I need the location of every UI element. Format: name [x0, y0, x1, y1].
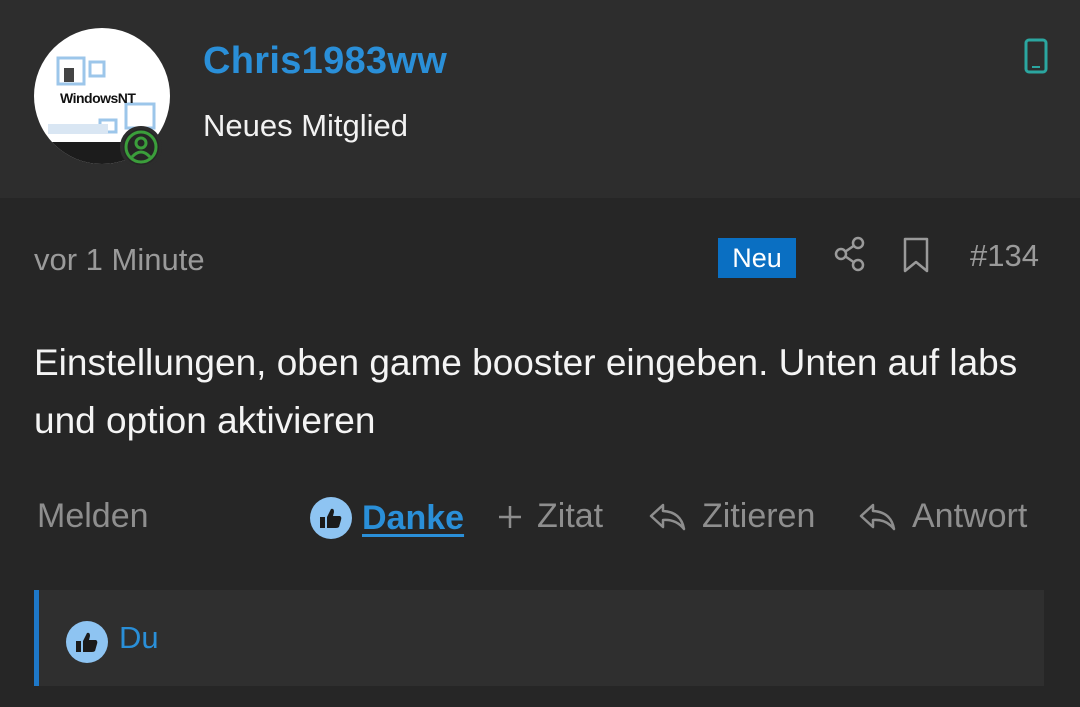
avatar-text: WindowsNT	[60, 90, 136, 106]
author-username[interactable]: Chris1983ww	[203, 40, 447, 83]
multi-quote-label: Zitat	[537, 497, 604, 535]
reply-button[interactable]: Antwort	[858, 497, 1027, 536]
quote-label: Zitieren	[702, 497, 816, 535]
user-online-icon	[120, 126, 162, 168]
author-title: Neues Mitglied	[203, 108, 409, 143]
avatar[interactable]: WindowsNT	[34, 28, 170, 168]
quote-button[interactable]: Zitieren	[648, 497, 815, 536]
like-label: Danke	[362, 498, 465, 537]
bookmark-icon[interactable]	[902, 236, 930, 279]
post-body: Einstellungen, oben game booster eingebe…	[34, 342, 1018, 441]
thumbs-up-icon	[66, 621, 108, 663]
reaction-users[interactable]: Du	[119, 620, 159, 656]
mobile-device-icon	[1024, 38, 1048, 79]
multi-quote-button[interactable]: Zitat	[497, 497, 603, 536]
report-label: Melden	[37, 497, 149, 535]
reply-arrow-icon	[858, 501, 898, 533]
post-number[interactable]: #134	[970, 238, 1039, 274]
reply-label: Antwort	[912, 497, 1028, 535]
post-header: WindowsNT Chris1983ww Neues Mitglied	[0, 0, 1080, 198]
thumbs-up-icon	[310, 497, 352, 539]
reply-arrow-icon	[648, 501, 688, 533]
plus-icon	[497, 504, 523, 530]
report-button[interactable]: Melden	[37, 497, 149, 536]
post-time[interactable]: vor 1 Minute	[34, 242, 205, 278]
share-icon[interactable]	[832, 236, 868, 277]
like-button[interactable]: Danke	[310, 497, 464, 539]
new-badge: Neu	[718, 238, 796, 278]
reactions-bar[interactable]: Du	[34, 590, 1044, 686]
